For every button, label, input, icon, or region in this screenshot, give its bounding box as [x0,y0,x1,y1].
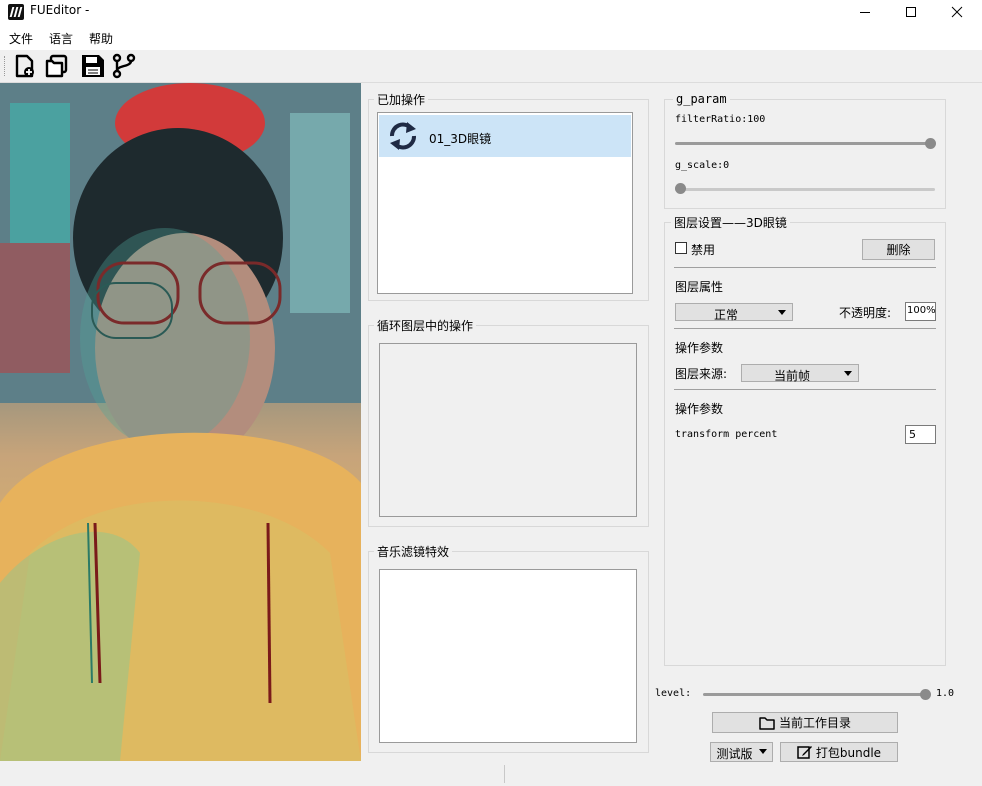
preview-image [0,83,361,761]
filter-ratio-label: filterRatio:100 [675,114,766,125]
transform-percent-input[interactable]: 5 [905,425,936,444]
divider [674,328,936,329]
gparam-title: g_param [673,92,730,106]
version-value: 测试版 [716,747,753,761]
toolbar [0,50,982,83]
branch-button[interactable] [111,53,137,79]
maximize-icon [906,7,916,17]
layer-source-label: 图层来源: [675,367,728,381]
menu-help[interactable]: 帮助 [89,30,113,47]
open-folder-icon [45,54,68,78]
opacity-input[interactable]: 100% [905,302,936,321]
edit-icon [797,746,812,759]
music-title: 音乐滤镜特效 [374,543,453,560]
layer-source-select[interactable]: 当前帧 [741,364,859,383]
menu-file[interactable]: 文件 [9,30,33,47]
layer-attr-title: 图层属性 [675,280,724,294]
status-divider [504,765,505,783]
working-dir-label: 当前工作目录 [778,716,851,730]
layer-source-value: 当前帧 [773,369,810,383]
new-file-button[interactable] [12,53,38,79]
working-dir-button[interactable]: 当前工作目录 [712,712,898,733]
delete-button[interactable]: 删除 [862,239,935,260]
blend-mode-select[interactable]: 正常 [675,303,793,322]
loop-ops-list[interactable] [379,343,637,517]
maximize-button[interactable] [888,0,934,24]
camera-preview [0,83,361,761]
menu-language[interactable]: 语言 [49,30,73,47]
save-icon [82,55,104,77]
level-track[interactable] [703,693,928,696]
transform-percent-label: transform percent [675,429,778,440]
g-scale-label: g_scale:0 [675,160,730,171]
menu-bar: 文件 语言 帮助 [0,24,982,51]
filter-ratio-handle[interactable] [925,138,936,149]
music-list[interactable] [379,569,637,743]
minimize-button[interactable] [842,0,888,24]
save-button[interactable] [80,53,106,79]
level-value: 1.0 [936,688,955,699]
branch-icon [112,53,136,79]
open-folder-button[interactable] [44,53,70,79]
added-ops-title: 已加操作 [374,91,429,108]
app-logo-icon [8,4,24,20]
chevron-down-icon [759,749,767,754]
minimize-icon [860,12,870,13]
g-scale-track[interactable] [675,188,935,191]
op-params-title-2: 操作参数 [675,402,724,416]
window-title: FUEditor - [30,3,90,17]
title-bar: FUEditor - [0,0,982,24]
g-scale-handle[interactable] [675,183,686,194]
layer-settings-title: 图层设置——3D眼镜 [671,214,790,231]
op-params-title: 操作参数 [675,341,724,355]
added-ops-list[interactable]: 01_3D眼镜 [377,112,633,294]
status-bar [0,762,982,786]
version-select[interactable]: 测试版 [710,742,773,762]
refresh-icon [390,122,416,150]
blend-mode-value: 正常 [713,308,738,322]
new-file-icon [15,54,34,78]
divider [674,389,936,390]
disable-label: 禁用 [691,243,716,257]
level-label: level: [655,688,692,699]
list-item[interactable]: 01_3D眼镜 [379,115,631,157]
disable-checkbox[interactable] [675,242,687,254]
close-button[interactable] [934,0,980,24]
pack-bundle-label: 打包bundle [815,745,882,760]
chevron-down-icon [844,371,852,376]
opacity-label: 不透明度: [839,306,892,320]
divider [674,267,936,268]
loop-ops-title: 循环图层中的操作 [374,317,477,334]
level-handle[interactable] [920,689,931,700]
pack-bundle-button[interactable]: 打包bundle [780,742,898,762]
list-item-label: 01_3D眼镜 [429,132,492,146]
close-icon [951,6,963,18]
folder-icon [759,716,775,730]
filter-ratio-track[interactable] [675,142,935,145]
toolbar-grip[interactable] [4,56,8,76]
chevron-down-icon [778,310,786,315]
